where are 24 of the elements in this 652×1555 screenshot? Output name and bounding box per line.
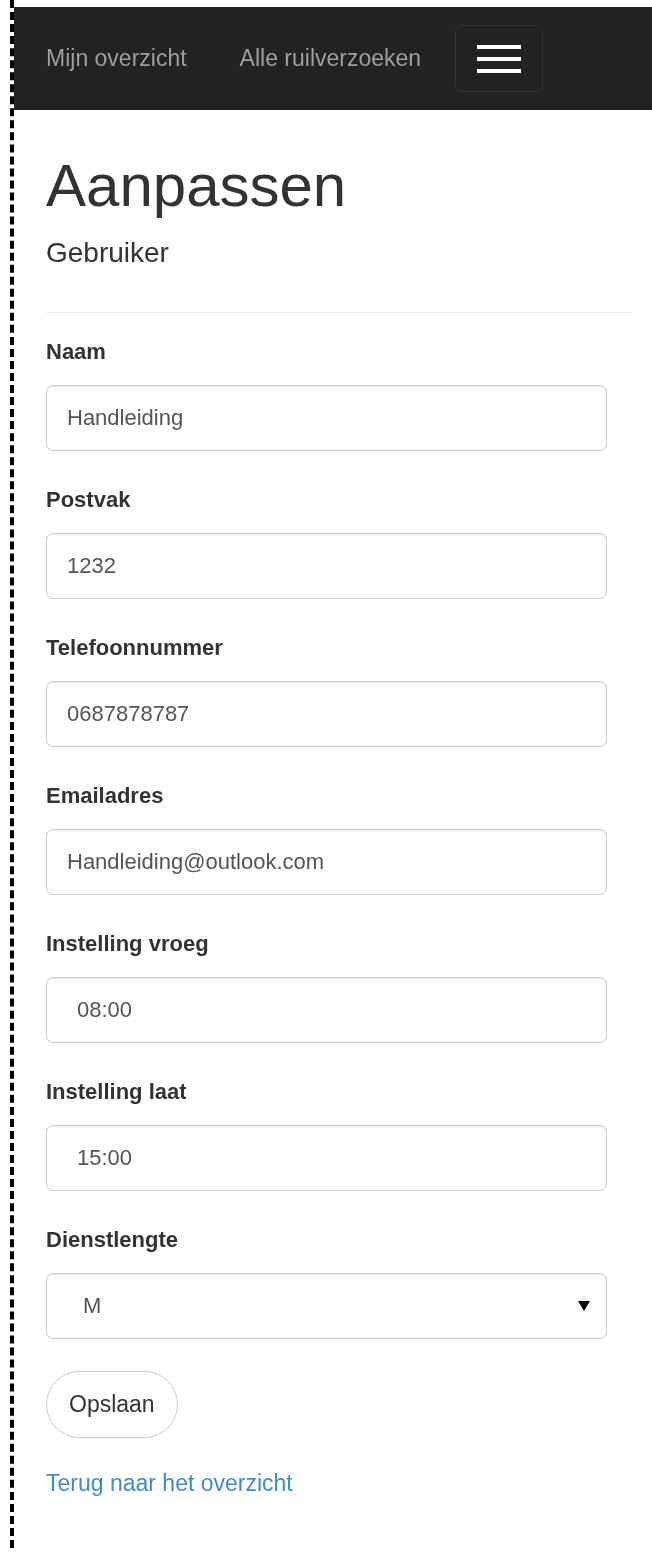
field-label: Dienstlengte [46, 1226, 180, 1254]
field-label: Instelling vroeg [46, 930, 210, 958]
field-label: Instelling laat [46, 1078, 188, 1106]
input-field[interactable]: 1232 [46, 533, 607, 599]
field-label: Naam [46, 338, 107, 366]
back-link[interactable]: Terug naar het overzicht [46, 1470, 293, 1497]
page-subtitle: Gebruiker [46, 236, 170, 270]
field-label: Telefoonnummer [46, 634, 224, 662]
caret-icon [578, 1301, 590, 1311]
menu-button[interactable] [455, 25, 544, 92]
time-field[interactable]: 15:00 [46, 1125, 607, 1191]
time-field[interactable]: 08:00 [46, 977, 607, 1043]
select-field[interactable]: M [46, 1273, 607, 1339]
nav-link[interactable]: Mijn overzicht [46, 45, 187, 72]
field-label: Emailadres [46, 782, 165, 810]
save-button[interactable]: Opslaan [46, 1371, 178, 1438]
input-field[interactable]: Handleiding@outlook.com [46, 829, 607, 895]
nav-link[interactable]: Alle ruilverzoeken [239, 45, 422, 72]
field-label: Postvak [46, 486, 132, 514]
page-title: Aanpassen [46, 151, 348, 221]
menu-icon [477, 44, 522, 73]
select-value: M [83, 1293, 102, 1319]
input-field[interactable]: 0687878787 [46, 681, 607, 747]
input-field[interactable]: Handleiding [46, 385, 607, 451]
